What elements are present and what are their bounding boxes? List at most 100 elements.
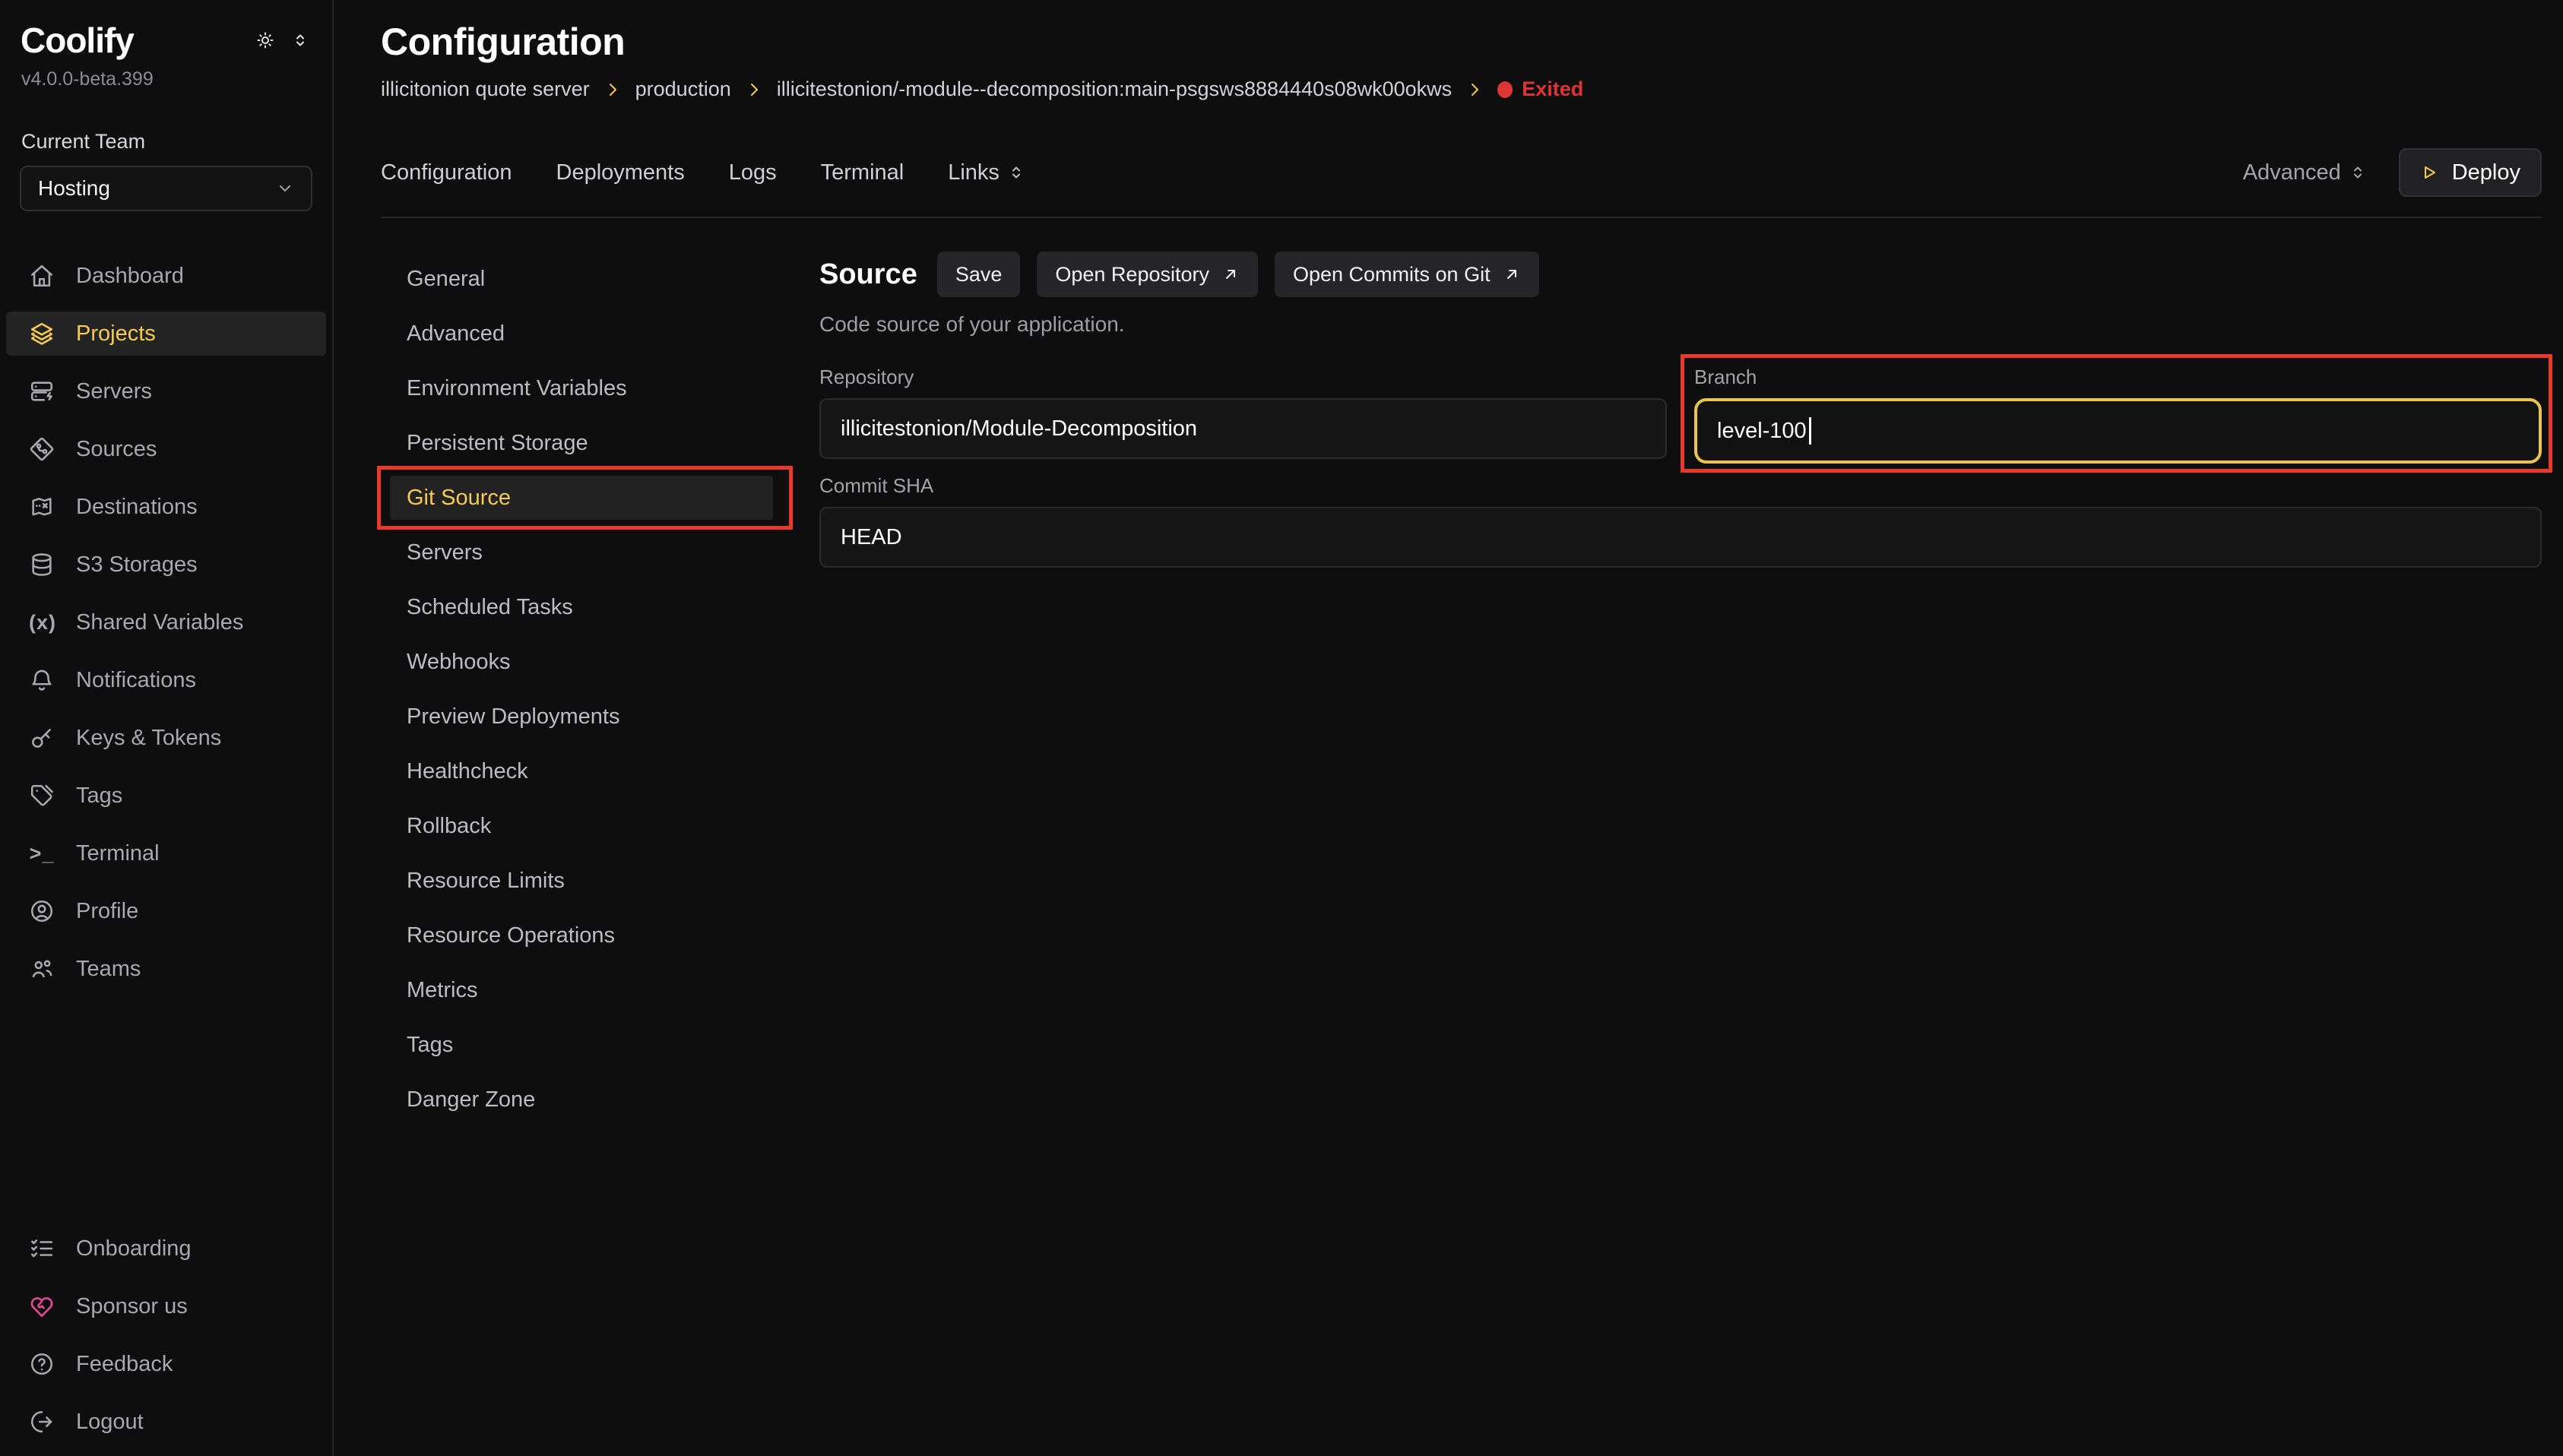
open-commits-button[interactable]: Open Commits on Git — [1275, 252, 1539, 297]
sidebar-item-servers[interactable]: Servers — [6, 369, 326, 413]
sidebar-item-label: Teams — [76, 957, 141, 982]
repository-field: Repository — [819, 366, 1667, 464]
sidebar-item-tags[interactable]: Tags — [6, 774, 326, 818]
repository-label: Repository — [819, 366, 1667, 389]
chevrons-up-down-icon[interactable] — [291, 31, 309, 49]
open-repository-button[interactable]: Open Repository — [1037, 252, 1258, 297]
terminal-icon: >_ — [29, 842, 55, 866]
logout-icon — [29, 1409, 55, 1435]
tab-bar: Configuration Deployments Logs Terminal … — [381, 148, 2542, 218]
subnav-item-metrics[interactable]: Metrics — [390, 968, 773, 1012]
subnav-label: Servers — [407, 540, 483, 565]
sidebar-item-sources[interactable]: Sources — [6, 427, 326, 471]
database-icon — [29, 552, 55, 578]
save-button[interactable]: Save — [937, 252, 1021, 297]
subnav-item-healthcheck[interactable]: Healthcheck — [390, 749, 773, 793]
tab-configuration[interactable]: Configuration — [381, 160, 512, 185]
commit-sha-label: Commit SHA — [819, 474, 2542, 498]
sidebar-item-sponsor-us[interactable]: Sponsor us — [6, 1284, 326, 1328]
sidebar-item-shared-variables[interactable]: (x) Shared Variables — [6, 600, 326, 644]
sidebar-item-projects[interactable]: Projects — [6, 312, 326, 356]
sidebar-item-destinations[interactable]: Destinations — [6, 485, 326, 529]
page-title: Configuration — [381, 20, 2542, 64]
panel-title: Source — [819, 258, 917, 291]
commit-sha-field: Commit SHA — [819, 474, 2542, 568]
tab-links[interactable]: Links — [948, 160, 1025, 185]
sidebar-item-label: Dashboard — [76, 264, 184, 289]
subnav-label: Healthcheck — [407, 759, 528, 784]
subnav-label: Resource Limits — [407, 869, 565, 894]
branch-value: level-100 — [1717, 419, 1807, 444]
logo-row: Coolify — [0, 17, 332, 64]
sidebar-item-teams[interactable]: Teams — [6, 947, 326, 991]
sidebar-item-label: S3 Storages — [76, 552, 198, 578]
tab-logs[interactable]: Logs — [729, 160, 777, 185]
deploy-button[interactable]: Deploy — [2399, 148, 2542, 197]
breadcrumb-environment[interactable]: production — [635, 78, 731, 101]
advanced-menu[interactable]: Advanced — [2243, 160, 2367, 185]
subnav-label: Webhooks — [407, 650, 511, 675]
tab-terminal[interactable]: Terminal — [821, 160, 904, 185]
subnav-item-advanced[interactable]: Advanced — [390, 312, 773, 356]
sun-icon[interactable] — [256, 31, 274, 49]
user-circle-icon — [29, 898, 55, 924]
subnav-label: Git Source — [407, 486, 511, 511]
subnav-label: Metrics — [407, 978, 477, 1003]
sidebar-nav: Dashboard Projects Servers Sources Desti… — [0, 254, 332, 991]
sidebar-item-notifications[interactable]: Notifications — [6, 658, 326, 702]
subnav-item-git-source[interactable]: Git Source — [390, 476, 773, 520]
panel-subtitle: Code source of your application. — [819, 312, 2542, 337]
sidebar-item-label: Onboarding — [76, 1236, 192, 1261]
sidebar-item-label: Terminal — [76, 841, 160, 866]
sidebar-item-label: Notifications — [76, 668, 196, 693]
subnav-item-general[interactable]: General — [390, 257, 773, 301]
subnav-item-danger-zone[interactable]: Danger Zone — [390, 1078, 773, 1122]
sidebar-item-label: Feedback — [76, 1352, 173, 1377]
sidebar-item-label: Destinations — [76, 495, 198, 520]
subnav-item-scheduled-tasks[interactable]: Scheduled Tasks — [390, 585, 773, 629]
sidebar-item-s3-storages[interactable]: S3 Storages — [6, 543, 326, 587]
git-source-icon — [29, 436, 55, 462]
subnav-item-webhooks[interactable]: Webhooks — [390, 640, 773, 684]
save-label: Save — [955, 263, 1003, 286]
subnav-label: Persistent Storage — [407, 431, 588, 456]
sidebar-item-label: Keys & Tokens — [76, 726, 221, 751]
subnav-item-resource-operations[interactable]: Resource Operations — [390, 913, 773, 957]
tab-links-label: Links — [948, 160, 1000, 185]
tab-deployments[interactable]: Deployments — [556, 160, 685, 185]
play-icon — [2420, 163, 2438, 182]
chevrons-up-down-icon — [1007, 163, 1025, 182]
sidebar-item-label: Tags — [76, 783, 122, 809]
sidebar-item-onboarding[interactable]: Onboarding — [6, 1227, 326, 1271]
subnav-item-tags[interactable]: Tags — [390, 1023, 773, 1067]
subnav-label: Resource Operations — [407, 923, 615, 948]
repository-input[interactable] — [819, 398, 1667, 459]
sidebar-item-keys-tokens[interactable]: Keys & Tokens — [6, 716, 326, 760]
sidebar-item-label: Servers — [76, 379, 152, 404]
tag-icon — [29, 783, 55, 809]
subnav-item-persistent-storage[interactable]: Persistent Storage — [390, 421, 773, 465]
git-source-panel: Source Save Open Repository Open Commits… — [819, 252, 2542, 568]
sidebar-item-profile[interactable]: Profile — [6, 889, 326, 933]
subnav-item-rollback[interactable]: Rollback — [390, 804, 773, 848]
subnav-label: Danger Zone — [407, 1087, 535, 1113]
sidebar-item-logout[interactable]: Logout — [6, 1400, 326, 1444]
subnav-item-servers[interactable]: Servers — [390, 530, 773, 574]
breadcrumb-application[interactable]: illicitestonion/-module--decomposition:m… — [777, 78, 1452, 101]
status-badge: Exited — [1497, 78, 1583, 101]
subnav-item-preview-deployments[interactable]: Preview Deployments — [390, 695, 773, 739]
subnav-item-environment-variables[interactable]: Environment Variables — [390, 366, 773, 410]
breadcrumb-project[interactable]: illicitonion quote server — [381, 78, 590, 101]
chevron-down-icon — [276, 179, 294, 198]
main-area: Configuration illicitonion quote server … — [334, 0, 2563, 1456]
team-select[interactable]: Hosting — [20, 166, 312, 211]
branch-input[interactable]: level-100 — [1694, 398, 2542, 464]
sidebar-item-dashboard[interactable]: Dashboard — [6, 254, 326, 298]
commit-sha-input[interactable] — [819, 507, 2542, 568]
subnav-label: Advanced — [407, 321, 505, 347]
sidebar-item-label: Profile — [76, 899, 138, 924]
app-logo: Coolify — [21, 20, 134, 61]
sidebar-item-terminal[interactable]: >_ Terminal — [6, 831, 326, 875]
subnav-item-resource-limits[interactable]: Resource Limits — [390, 859, 773, 903]
sidebar-item-feedback[interactable]: Feedback — [6, 1342, 326, 1386]
